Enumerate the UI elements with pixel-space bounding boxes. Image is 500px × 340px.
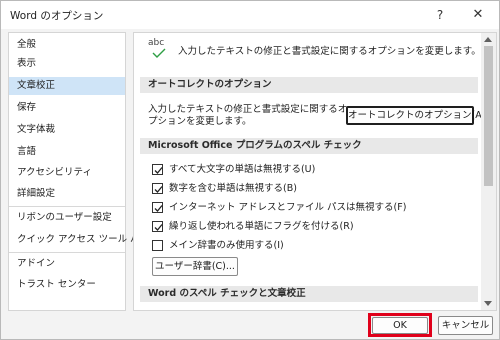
checkbox-checked[interactable]	[152, 164, 163, 175]
autocorrect-description: 入力したテキストの修正と書式設定に関するオプションを変更します。	[148, 104, 348, 127]
checkmark-icon	[154, 205, 163, 212]
options-sidebar: 全般 表示 文章校正 保存 文字体裁 言語 アクセシビリティ 詳細設定 リボンの…	[8, 32, 149, 311]
close-button[interactable]: ✕	[467, 5, 489, 25]
sidebar-item-accessibility[interactable]: アクセシビリティ	[9, 164, 125, 182]
scroll-up-arrow-icon[interactable]	[484, 37, 492, 42]
scroll-down-arrow-icon[interactable]	[484, 301, 492, 306]
checkmark-icon	[154, 186, 163, 193]
checkbox-label: インターネット アドレスとファイル パスは無視する(F)	[169, 202, 407, 213]
proofing-options-pane: abc 入力したテキストの修正と書式設定に関するオプションを変更します。 オート…	[133, 32, 497, 311]
checkbox-label: メイン辞書のみ使用する(I)	[169, 240, 284, 251]
sidebar-item-typography[interactable]: 文字体裁	[9, 121, 125, 139]
scrollbar-thumb[interactable]	[484, 46, 493, 186]
sidebar-item-display[interactable]: 表示	[9, 55, 125, 73]
sidebar-item-customize-ribbon[interactable]: リボンのユーザー設定	[9, 209, 125, 227]
sidebar-item-quick-access-toolbar[interactable]: クイック アクセス ツール バー	[9, 231, 149, 249]
section-office-spelling: Microsoft Office プログラムのスペル チェック	[140, 138, 478, 154]
sidebar-item-advanced[interactable]: 詳細設定	[9, 185, 125, 203]
checkmark-icon	[154, 167, 163, 174]
pane-scrollbar[interactable]	[481, 33, 496, 310]
checkbox-label: すべて大文字の単語は無視する(U)	[169, 164, 316, 175]
sidebar-item-general[interactable]: 全般	[9, 36, 125, 54]
checkbox-checked[interactable]	[152, 183, 163, 194]
cancel-button[interactable]: キャンセル	[438, 316, 493, 335]
sidebar-divider	[9, 206, 125, 207]
custom-dictionaries-button[interactable]: ユーザー辞書(C)...	[152, 257, 238, 276]
section-word-spelling: Word のスペル チェックと文章校正	[140, 286, 478, 302]
sidebar-item-language[interactable]: 言語	[9, 143, 125, 161]
sidebar-divider	[9, 252, 125, 253]
sidebar-item-addins[interactable]: アドイン	[9, 255, 125, 273]
sidebar-item-proofing[interactable]: 文章校正	[9, 77, 125, 95]
ok-button[interactable]: OK	[372, 317, 428, 334]
title-bar: Word のオプション ? ✕	[1, 1, 499, 29]
checkbox-checked[interactable]	[152, 202, 163, 213]
section-autocorrect: オートコレクトのオプション	[140, 77, 478, 93]
checkbox-checked[interactable]	[152, 221, 163, 232]
autocorrect-options-button[interactable]: オートコレクトのオプション(A)...	[346, 106, 494, 125]
checkbox-label: 数字を含む単語は無視する(B)	[169, 183, 297, 194]
sidebar-item-trust-center[interactable]: トラスト センター	[9, 276, 125, 294]
checkbox-label: 繰り返し使われる単語にフラグを付ける(R)	[169, 221, 354, 232]
abc-check-icon: abc	[148, 38, 170, 60]
word-options-dialog: Word のオプション ? ✕ 全般 表示 文章校正 保存 文字体裁 言語 アク…	[0, 0, 500, 340]
pane-description: 入力したテキストの修正と書式設定に関するオプションを変更します。	[178, 46, 481, 57]
checkbox-unchecked[interactable]	[152, 240, 163, 251]
checkmark-icon	[154, 224, 163, 231]
green-check-icon	[152, 48, 166, 58]
dialog-title: Word のオプション	[10, 10, 104, 22]
help-button[interactable]: ?	[429, 5, 451, 25]
abc-icon-text: abc	[148, 38, 165, 48]
sidebar-item-save[interactable]: 保存	[9, 99, 125, 117]
